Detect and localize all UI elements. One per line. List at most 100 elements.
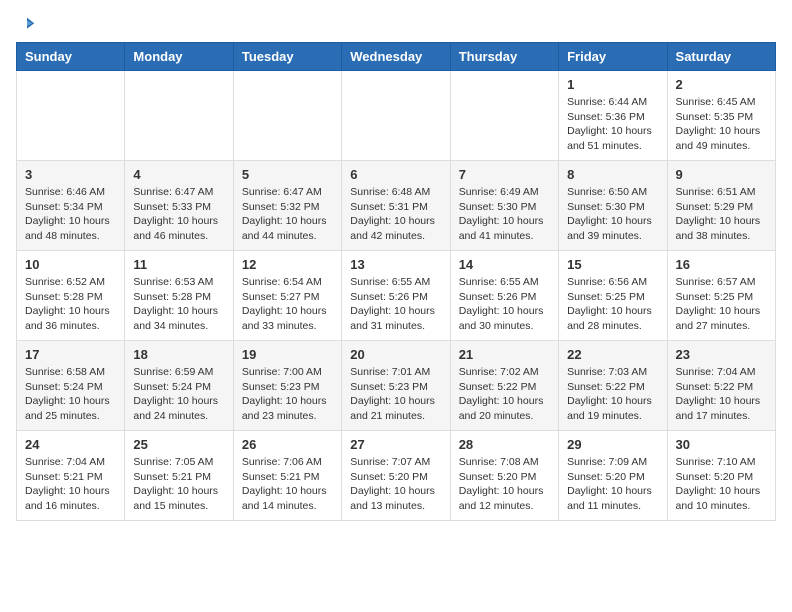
header-saturday: Saturday — [667, 43, 775, 71]
day-info: Sunrise: 7:10 AMSunset: 5:20 PMDaylight:… — [676, 455, 767, 514]
day-info: Sunrise: 7:01 AMSunset: 5:23 PMDaylight:… — [350, 365, 441, 424]
calendar-cell: 17 Sunrise: 6:58 AMSunset: 5:24 PMDayligh… — [17, 341, 125, 431]
calendar-cell: 20 Sunrise: 7:01 AMSunset: 5:23 PMDayligh… — [342, 341, 450, 431]
calendar-week-4: 17 Sunrise: 6:58 AMSunset: 5:24 PMDayligh… — [17, 341, 776, 431]
calendar-week-1: 1 Sunrise: 6:44 AMSunset: 5:36 PMDaylight… — [17, 71, 776, 161]
calendar-cell: 13 Sunrise: 6:55 AMSunset: 5:26 PMDayligh… — [342, 251, 450, 341]
day-number: 15 — [567, 257, 658, 272]
calendar-week-2: 3 Sunrise: 6:46 AMSunset: 5:34 PMDaylight… — [17, 161, 776, 251]
day-info: Sunrise: 7:09 AMSunset: 5:20 PMDaylight:… — [567, 455, 658, 514]
day-number: 13 — [350, 257, 441, 272]
day-number: 2 — [676, 77, 767, 92]
header-wednesday: Wednesday — [342, 43, 450, 71]
day-info: Sunrise: 7:04 AMSunset: 5:21 PMDaylight:… — [25, 455, 116, 514]
calendar-week-3: 10 Sunrise: 6:52 AMSunset: 5:28 PMDayligh… — [17, 251, 776, 341]
day-info: Sunrise: 7:08 AMSunset: 5:20 PMDaylight:… — [459, 455, 550, 514]
day-number: 26 — [242, 437, 333, 452]
day-info: Sunrise: 6:45 AMSunset: 5:35 PMDaylight:… — [676, 95, 767, 154]
calendar-cell: 2 Sunrise: 6:45 AMSunset: 5:35 PMDaylight… — [667, 71, 775, 161]
day-info: Sunrise: 6:56 AMSunset: 5:25 PMDaylight:… — [567, 275, 658, 334]
calendar-cell: 19 Sunrise: 7:00 AMSunset: 5:23 PMDayligh… — [233, 341, 341, 431]
day-number: 11 — [133, 257, 224, 272]
day-number: 12 — [242, 257, 333, 272]
day-number: 14 — [459, 257, 550, 272]
calendar-cell: 24 Sunrise: 7:04 AMSunset: 5:21 PMDayligh… — [17, 431, 125, 521]
logo — [16, 16, 36, 34]
day-number: 23 — [676, 347, 767, 362]
day-number: 24 — [25, 437, 116, 452]
day-info: Sunrise: 6:57 AMSunset: 5:25 PMDaylight:… — [676, 275, 767, 334]
calendar-cell — [342, 71, 450, 161]
day-info: Sunrise: 6:48 AMSunset: 5:31 PMDaylight:… — [350, 185, 441, 244]
day-number: 6 — [350, 167, 441, 182]
day-number: 5 — [242, 167, 333, 182]
calendar-cell — [125, 71, 233, 161]
calendar-cell: 21Sunrise: 7:02 AMSunset: 5:22 PMDayligh… — [450, 341, 558, 431]
day-info: Sunrise: 6:46 AMSunset: 5:34 PMDaylight:… — [25, 185, 116, 244]
day-number: 4 — [133, 167, 224, 182]
day-info: Sunrise: 7:07 AMSunset: 5:20 PMDaylight:… — [350, 455, 441, 514]
header-sunday: Sunday — [17, 43, 125, 71]
day-info: Sunrise: 7:05 AMSunset: 5:21 PMDaylight:… — [133, 455, 224, 514]
day-info: Sunrise: 6:58 AMSunset: 5:24 PMDaylight:… — [25, 365, 116, 424]
day-info: Sunrise: 6:52 AMSunset: 5:28 PMDaylight:… — [25, 275, 116, 334]
day-info: Sunrise: 6:55 AMSunset: 5:26 PMDaylight:… — [350, 275, 441, 334]
calendar-cell: 6 Sunrise: 6:48 AMSunset: 5:31 PMDaylight… — [342, 161, 450, 251]
day-number: 30 — [676, 437, 767, 452]
day-number: 27 — [350, 437, 441, 452]
header-monday: Monday — [125, 43, 233, 71]
day-number: 25 — [133, 437, 224, 452]
day-number: 9 — [676, 167, 767, 182]
logo-flag-icon — [18, 16, 36, 34]
calendar-cell: 29 Sunrise: 7:09 AMSunset: 5:20 PMDayligh… — [559, 431, 667, 521]
calendar-cell: 8 Sunrise: 6:50 AMSunset: 5:30 PMDaylight… — [559, 161, 667, 251]
header-thursday: Thursday — [450, 43, 558, 71]
day-info: Sunrise: 7:00 AMSunset: 5:23 PMDaylight:… — [242, 365, 333, 424]
day-number: 22 — [567, 347, 658, 362]
calendar-header-row: SundayMondayTuesdayWednesdayThursdayFrid… — [17, 43, 776, 71]
calendar-cell — [233, 71, 341, 161]
calendar-cell: 14 Sunrise: 6:55 AMSunset: 5:26 PMDayligh… — [450, 251, 558, 341]
day-number: 1 — [567, 77, 658, 92]
day-number: 17 — [25, 347, 116, 362]
day-number: 28 — [459, 437, 550, 452]
calendar-cell — [450, 71, 558, 161]
calendar-cell: 16 Sunrise: 6:57 AMSunset: 5:25 PMDayligh… — [667, 251, 775, 341]
calendar-cell: 1 Sunrise: 6:44 AMSunset: 5:36 PMDaylight… — [559, 71, 667, 161]
page-header — [16, 16, 776, 34]
day-number: 21 — [459, 347, 550, 362]
header-friday: Friday — [559, 43, 667, 71]
calendar-cell: 18 Sunrise: 6:59 AMSunset: 5:24 PMDayligh… — [125, 341, 233, 431]
day-info: Sunrise: 6:47 AMSunset: 5:33 PMDaylight:… — [133, 185, 224, 244]
day-number: 29 — [567, 437, 658, 452]
day-number: 10 — [25, 257, 116, 272]
calendar-table: SundayMondayTuesdayWednesdayThursdayFrid… — [16, 42, 776, 521]
calendar-cell: 28 Sunrise: 7:08 AMSunset: 5:20 PMDayligh… — [450, 431, 558, 521]
day-info: Sunrise: 6:50 AMSunset: 5:30 PMDaylight:… — [567, 185, 658, 244]
day-number: 16 — [676, 257, 767, 272]
day-info: Sunrise: 6:44 AMSunset: 5:36 PMDaylight:… — [567, 95, 658, 154]
day-info: Sunrise: 6:47 AMSunset: 5:32 PMDaylight:… — [242, 185, 333, 244]
day-number: 18 — [133, 347, 224, 362]
calendar-cell: 5 Sunrise: 6:47 AMSunset: 5:32 PMDaylight… — [233, 161, 341, 251]
calendar-cell: 23 Sunrise: 7:04 AMSunset: 5:22 PMDayligh… — [667, 341, 775, 431]
day-info: Sunrise: 7:06 AMSunset: 5:21 PMDaylight:… — [242, 455, 333, 514]
calendar-cell: 7 Sunrise: 6:49 AMSunset: 5:30 PMDaylight… — [450, 161, 558, 251]
day-info: Sunrise: 6:49 AMSunset: 5:30 PMDaylight:… — [459, 185, 550, 244]
calendar-cell: 11Sunrise: 6:53 AMSunset: 5:28 PMDayligh… — [125, 251, 233, 341]
day-number: 20 — [350, 347, 441, 362]
header-tuesday: Tuesday — [233, 43, 341, 71]
day-number: 3 — [25, 167, 116, 182]
day-number: 8 — [567, 167, 658, 182]
calendar-cell: 9 Sunrise: 6:51 AMSunset: 5:29 PMDaylight… — [667, 161, 775, 251]
day-number: 7 — [459, 167, 550, 182]
day-info: Sunrise: 7:04 AMSunset: 5:22 PMDaylight:… — [676, 365, 767, 424]
calendar-cell — [17, 71, 125, 161]
day-info: Sunrise: 6:51 AMSunset: 5:29 PMDaylight:… — [676, 185, 767, 244]
day-info: Sunrise: 6:59 AMSunset: 5:24 PMDaylight:… — [133, 365, 224, 424]
calendar-cell: 30 Sunrise: 7:10 AMSunset: 5:20 PMDayligh… — [667, 431, 775, 521]
day-number: 19 — [242, 347, 333, 362]
day-info: Sunrise: 6:55 AMSunset: 5:26 PMDaylight:… — [459, 275, 550, 334]
calendar-cell: 26 Sunrise: 7:06 AMSunset: 5:21 PMDayligh… — [233, 431, 341, 521]
day-info: Sunrise: 7:03 AMSunset: 5:22 PMDaylight:… — [567, 365, 658, 424]
